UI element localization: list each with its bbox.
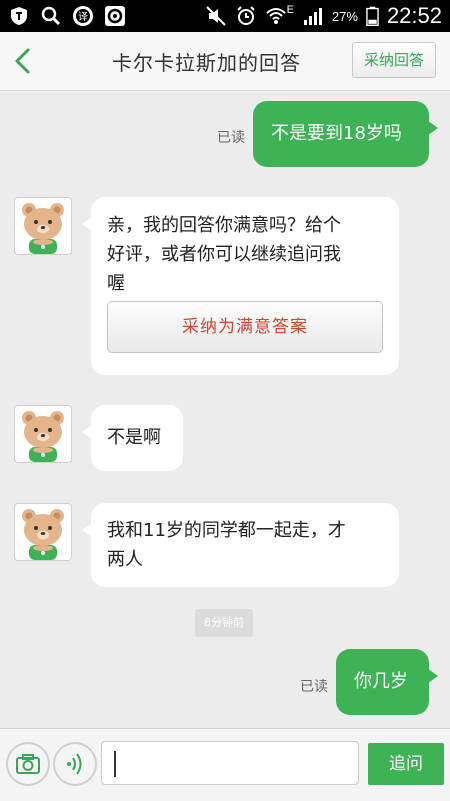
avatar[interactable] (14, 503, 72, 561)
message-bubble-incoming[interactable]: 亲，我的回答你满意吗？给个 好评，或者你可以继续追问我 喔 采纳为满意答案 (82, 197, 399, 375)
chevron-left-icon (15, 48, 30, 74)
battery-icon (366, 6, 379, 26)
wifi-icon (265, 8, 286, 24)
status-bar-system: E 27% 22:52 (205, 2, 442, 30)
avatar[interactable] (14, 197, 72, 255)
alarm-icon (236, 6, 255, 25)
signal-icon (303, 8, 322, 25)
bubble-tail (428, 121, 438, 135)
bubble-tail (82, 523, 92, 537)
read-receipt: 已读 (217, 130, 245, 146)
accept-as-satisfied-button[interactable]: 采纳为满意答案 (107, 301, 383, 353)
timestamp: 8分钟前 (195, 609, 253, 637)
translate-app-icon: 译 (73, 6, 93, 26)
bubble-tail (82, 425, 92, 439)
message-bubble-incoming[interactable]: 不是啊 (82, 405, 183, 471)
camera-icon (16, 754, 40, 774)
bubble-tail (428, 669, 438, 683)
shield-app-icon (11, 7, 27, 25)
voice-button[interactable] (53, 742, 97, 786)
message-input[interactable] (101, 741, 359, 785)
camera-button[interactable] (6, 742, 50, 786)
back-button[interactable] (8, 44, 38, 78)
input-bar: 追问 (0, 728, 450, 801)
bear-avatar-icon (22, 509, 64, 560)
bubble-tail (82, 217, 92, 231)
clock: 22:52 (386, 3, 442, 28)
status-bar-notifications: 译 (8, 5, 126, 27)
page-title: 卡尔卡拉斯加的回答 (112, 51, 301, 75)
message-text: 我和11岁的同学都一起走，才 两人 (107, 520, 346, 570)
chat-area[interactable]: 已读 不是要到18岁吗 亲，我的回答你满意吗？给个 好评，或者你可以继续追问我 … (0, 91, 450, 728)
bear-avatar-icon (22, 411, 64, 462)
message-text: 不是啊 (107, 427, 161, 448)
read-receipt: 已读 (300, 679, 328, 695)
search-app-icon (41, 6, 61, 26)
accept-answer-button[interactable]: 采纳回答 (352, 42, 436, 78)
follow-up-button[interactable]: 追问 (368, 743, 444, 785)
message-text: 不是要到18岁吗 (271, 123, 402, 144)
battery-percent: 27% (331, 8, 358, 24)
status-bar: 译 E 27% 22:52 (0, 0, 450, 32)
message-bubble-incoming[interactable]: 我和11岁的同学都一起走，才 两人 (82, 503, 399, 587)
message-bubble-outgoing[interactable]: 你几岁 (336, 649, 438, 715)
avatar[interactable] (14, 405, 72, 463)
bear-avatar-icon (22, 203, 64, 254)
message-text: 亲，我的回答你满意吗？给个 好评，或者你可以继续追问我 喔 (107, 215, 341, 294)
title-bar: 卡尔卡拉斯加的回答 采纳回答 (0, 32, 450, 91)
svg-text:译: 译 (78, 11, 88, 23)
network-type: E (286, 4, 294, 16)
message-text: 你几岁 (354, 671, 408, 692)
browser-app-icon (105, 6, 125, 26)
voice-icon (67, 753, 82, 775)
text-caret (114, 751, 116, 777)
message-bubble-outgoing[interactable]: 不是要到18岁吗 (253, 101, 438, 167)
mute-icon (205, 6, 226, 26)
